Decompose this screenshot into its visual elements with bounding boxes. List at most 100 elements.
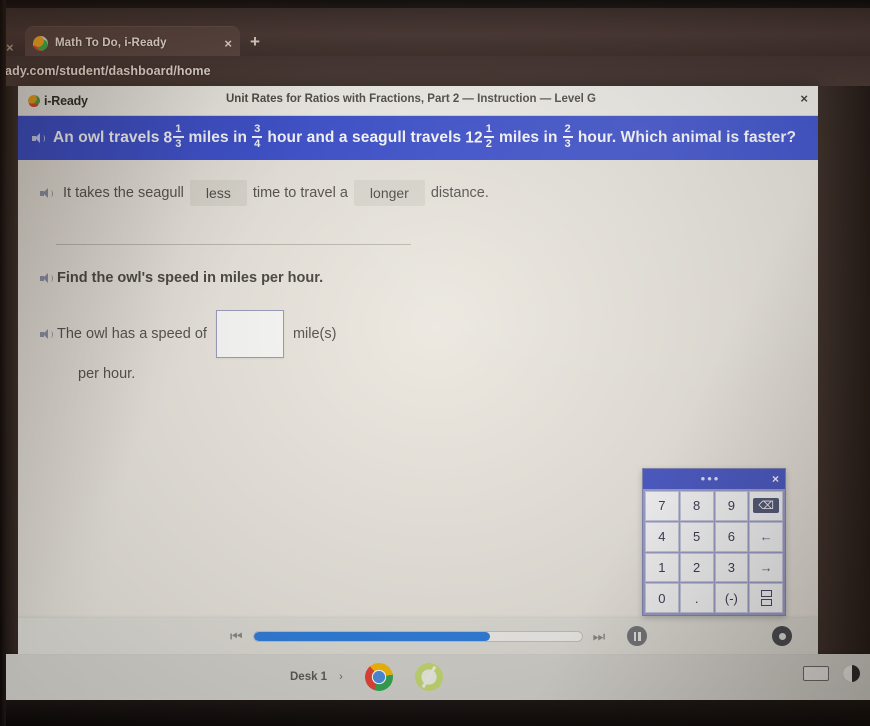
browser-tab-math-to-do[interactable]: Math To Do, i-Ready × [25, 26, 240, 60]
browser-tab-title: Math To Do, i-Ready [55, 37, 167, 49]
url-text: eady.com/student/dashboard/home [0, 64, 211, 78]
next-button[interactable]: ⏭ [593, 628, 606, 645]
answer-entry-row: The owl has a speed of mile(s) [40, 310, 336, 358]
dropdown-longer[interactable]: longer [353, 180, 425, 206]
arrow-left-icon: ← [759, 529, 773, 545]
speaker-icon[interactable] [40, 328, 53, 340]
key-6[interactable]: 6 [714, 521, 749, 552]
mixed-whole-2: 12 [465, 129, 483, 147]
iready-favicon [33, 35, 48, 51]
desk-label[interactable]: Desk 1 [290, 671, 327, 683]
sentence-part-2: time to travel a [252, 185, 348, 201]
sentence-part-1: It takes the seagull [63, 185, 184, 201]
find-speed-prompt-row: Find the owl's speed in miles per hour. [40, 270, 323, 286]
backspace-icon: ⌫ [753, 498, 779, 514]
key-negative[interactable]: (-) [714, 583, 749, 613]
lesson-player-bar: ⏮ ⏭ [18, 618, 818, 654]
pause-button[interactable] [627, 626, 648, 646]
close-icon[interactable]: × [224, 37, 232, 50]
os-shelf: Desk 1 › [0, 654, 870, 700]
chrome-icon[interactable] [364, 663, 393, 691]
question-part-1: An owl travels [53, 129, 160, 146]
drag-handle-icon[interactable]: ••• [649, 472, 772, 485]
mixed-number-1: 813 [163, 122, 185, 152]
question-part-2: miles in [188, 129, 248, 146]
key-5[interactable]: 5 [679, 521, 714, 552]
lesson-title: Unit Rates for Ratios with Fractions, Pa… [226, 93, 596, 105]
key-8[interactable]: 8 [679, 491, 714, 521]
keypad-grid: 7 8 9 ⌫ 4 5 6 ← 1 2 3 → 0 . (-) [643, 489, 785, 615]
key-1[interactable]: 1 [645, 552, 679, 583]
answer-unit-label: mile(s) [292, 326, 337, 342]
speaker-icon[interactable] [40, 272, 53, 284]
key-7[interactable]: 7 [645, 491, 679, 521]
key-9[interactable]: 9 [714, 491, 749, 521]
iready-logo[interactable]: i-Ready [28, 94, 88, 108]
fraction-denominator: 2 [485, 138, 492, 151]
fraction-numerator: 2 [564, 122, 571, 135]
fraction-denominator: 4 [254, 138, 261, 151]
keypad-header[interactable]: ••• × [643, 469, 785, 489]
key-cursor-right[interactable]: → [749, 552, 783, 583]
fraction-4: 23 [562, 122, 573, 151]
photo-bottom-edge [0, 700, 870, 726]
browser-chrome: × Math To Do, i-Ready × + [0, 8, 870, 60]
fraction-template-icon [760, 590, 772, 607]
mixed-whole-1: 8 [163, 129, 173, 147]
question-text: An owl travels 813 miles in 34 hour and … [32, 122, 796, 152]
dropdown-less[interactable]: less [189, 180, 247, 206]
fraction-numerator: 3 [254, 122, 261, 135]
battery-icon[interactable] [843, 665, 860, 682]
gear-core [778, 632, 786, 640]
answer-input[interactable] [215, 310, 284, 358]
close-icon[interactable]: × [772, 473, 779, 485]
fraction-denominator: 3 [564, 138, 571, 151]
key-0[interactable]: 0 [645, 583, 679, 613]
fraction-3: 12 [483, 123, 494, 151]
key-4[interactable]: 4 [645, 521, 679, 552]
key-backspace[interactable]: ⌫ [749, 491, 783, 521]
speaker-icon[interactable] [40, 187, 53, 199]
section-divider [56, 244, 411, 245]
answer-prefix-label: The owl has a speed of [57, 326, 207, 342]
browser-omnibox[interactable]: eady.com/student/dashboard/home [0, 56, 870, 86]
fraction-1: 13 [173, 122, 184, 151]
speaker-icon[interactable] [32, 132, 45, 144]
key-3[interactable]: 3 [714, 552, 749, 583]
system-tray[interactable] [803, 665, 860, 682]
key-fraction[interactable] [749, 583, 783, 613]
bezel-right-shadow [818, 86, 870, 654]
new-tab-icon[interactable]: + [250, 33, 260, 50]
question-part-3: hour and a seagull travels [267, 129, 462, 146]
key-decimal[interactable]: . [679, 583, 714, 613]
close-icon[interactable]: × [800, 92, 808, 105]
screen-photo: × Math To Do, i-Ready × + eady.com/stude… [0, 0, 870, 726]
sentence-part-3: distance. [430, 185, 489, 201]
progress-bar[interactable] [252, 630, 583, 642]
answer-sentence-row: It takes the seagull less time to travel… [40, 180, 495, 206]
question-part-4: miles in [499, 129, 558, 146]
key-cursor-left[interactable]: ← [749, 521, 783, 552]
arrow-right-icon: → [759, 559, 773, 575]
lesson-header-bar: i-Ready Unit Rates for Ratios with Fract… [18, 86, 818, 116]
monitor-bezel-left [0, 0, 6, 726]
key-2[interactable]: 2 [679, 552, 714, 583]
previous-button[interactable]: ⏮ [230, 628, 243, 645]
offscreen-tab-close-icon[interactable]: × [6, 40, 14, 55]
iready-logo-icon [28, 94, 40, 107]
fraction-denominator: 3 [175, 138, 182, 151]
iready-brand-label: i-Ready [44, 93, 88, 108]
gear-icon[interactable] [772, 626, 792, 646]
numeric-keypad[interactable]: ••• × 7 8 9 ⌫ 4 5 6 ← 1 2 3 → 0 . (-) [642, 468, 786, 616]
find-speed-prompt: Find the owl's speed in miles per hour. [57, 270, 324, 286]
chevron-right-icon[interactable]: › [339, 671, 343, 683]
question-banner: An owl travels 813 miles in 34 hour and … [18, 116, 818, 160]
browser-tabstrip: × Math To Do, i-Ready × + [0, 18, 870, 60]
fraction-numerator: 1 [175, 122, 182, 135]
progress-bar-fill [253, 631, 490, 641]
display-icon[interactable] [803, 666, 829, 681]
fraction-2: 34 [252, 122, 263, 151]
apps-launcher-icon[interactable] [414, 663, 443, 691]
mixed-number-2: 12 1 2 [465, 123, 495, 152]
answer-suffix-label: per hour. [78, 366, 136, 382]
